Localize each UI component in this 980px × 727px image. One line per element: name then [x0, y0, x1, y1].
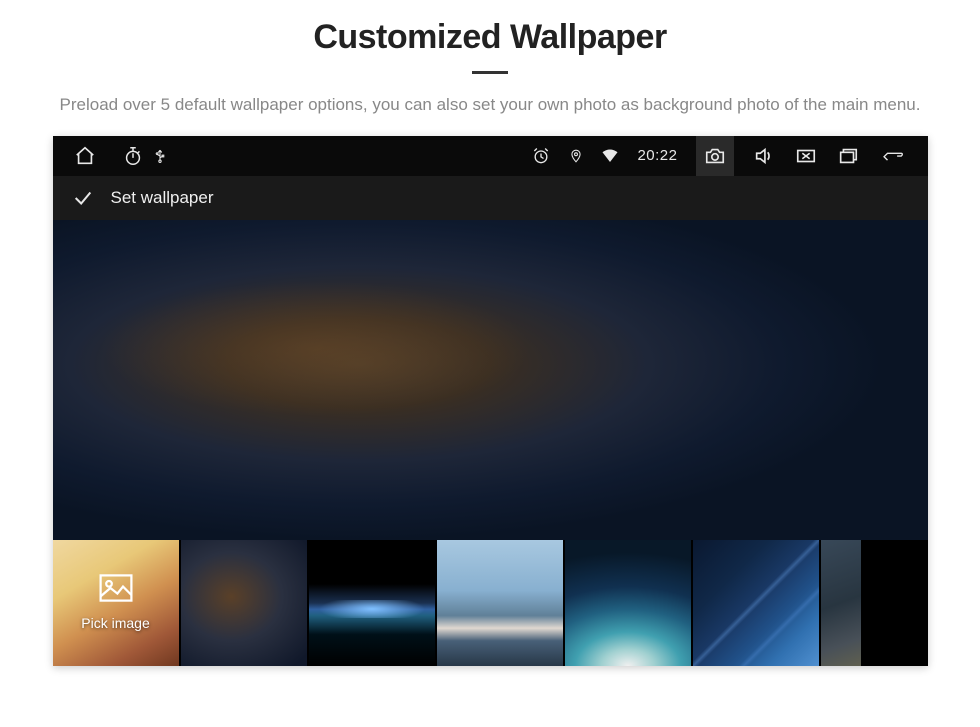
status-bar: 20:22: [53, 136, 928, 176]
wallpaper-thumb-4[interactable]: [565, 540, 691, 666]
screen-off-icon[interactable]: [794, 144, 818, 168]
location-icon[interactable]: [569, 144, 583, 168]
device-screen: 20:22 Set wallpaper: [53, 136, 928, 666]
image-icon: [99, 574, 133, 607]
camera-icon: [703, 144, 727, 168]
camera-button[interactable]: [696, 136, 734, 176]
wallpaper-thumb-6[interactable]: [821, 540, 861, 666]
header-title: Set wallpaper: [111, 188, 214, 208]
wallpaper-thumb-3[interactable]: [437, 540, 563, 666]
page-subtitle: Preload over 5 default wallpaper options…: [50, 92, 930, 118]
wallpaper-thumb-5[interactable]: [693, 540, 819, 666]
alarm-icon[interactable]: [531, 144, 551, 168]
status-clock: 20:22: [637, 147, 677, 164]
header-bar: Set wallpaper: [53, 176, 928, 220]
wallpaper-thumb-1[interactable]: [181, 540, 307, 666]
wifi-icon[interactable]: [601, 144, 619, 168]
wallpaper-preview[interactable]: [53, 220, 928, 540]
volume-icon[interactable]: [752, 144, 776, 168]
wallpaper-thumb-2[interactable]: [309, 540, 435, 666]
timer-icon[interactable]: [121, 144, 145, 168]
confirm-check-icon[interactable]: [71, 186, 95, 210]
back-icon[interactable]: [878, 144, 908, 168]
usb-icon: [153, 144, 167, 168]
pick-image-button[interactable]: Pick image: [53, 540, 179, 666]
recent-apps-icon[interactable]: [836, 144, 860, 168]
title-underline: [472, 71, 508, 74]
pick-image-label: Pick image: [81, 615, 149, 631]
home-icon[interactable]: [73, 144, 97, 168]
thumbnail-strip: Pick image: [53, 540, 928, 666]
page-title: Customized Wallpaper: [0, 18, 980, 57]
